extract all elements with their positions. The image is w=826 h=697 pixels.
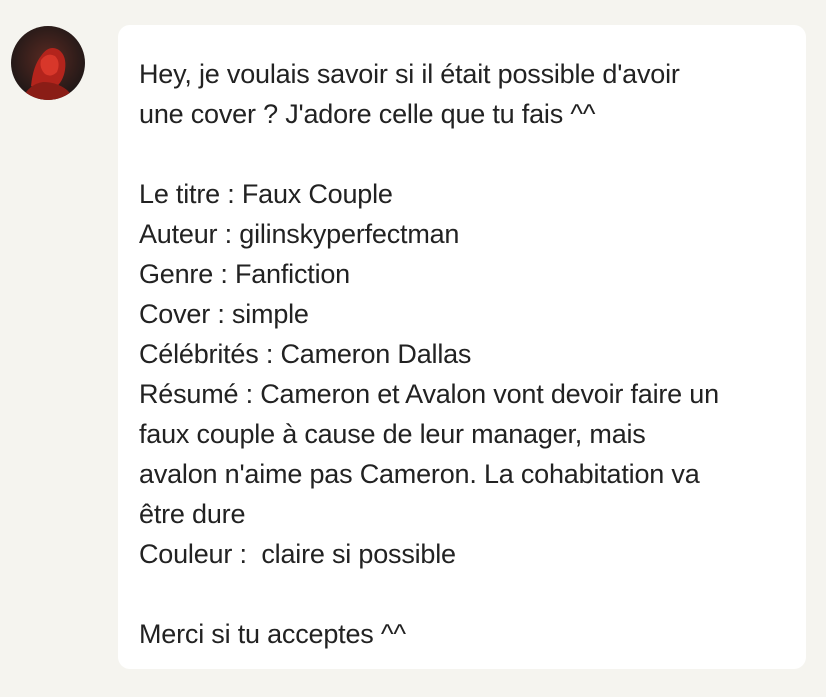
avatar[interactable] (11, 26, 85, 100)
message-line (139, 134, 786, 174)
message-line (139, 574, 786, 614)
message-line: Le titre : Faux Couple (139, 179, 393, 209)
message-line: Couleur : claire si possible (139, 539, 456, 569)
message-line: être dure (139, 499, 246, 529)
user-avatar-photo-icon (11, 26, 85, 100)
message-line: Résumé : Cameron et Avalon vont devoir f… (139, 379, 719, 409)
message-line: Hey, je voulais savoir si il était possi… (139, 59, 680, 89)
message-line: une cover ? J'adore celle que tu fais ^^ (139, 99, 596, 129)
message-bubble: Hey, je voulais savoir si il était possi… (118, 25, 806, 669)
message-line: Genre : Fanfiction (139, 259, 351, 289)
message-line: Auteur : gilinskyperfectman (139, 219, 460, 249)
message-line: faux couple à cause de leur manager, mai… (139, 419, 646, 449)
message-line: Merci si tu acceptes ^^ (139, 619, 406, 649)
message-line: Cover : simple (139, 299, 309, 329)
message-line: avalon n'aime pas Cameron. La cohabitati… (139, 459, 700, 489)
message-line: Célébrités : Cameron Dallas (139, 339, 472, 369)
